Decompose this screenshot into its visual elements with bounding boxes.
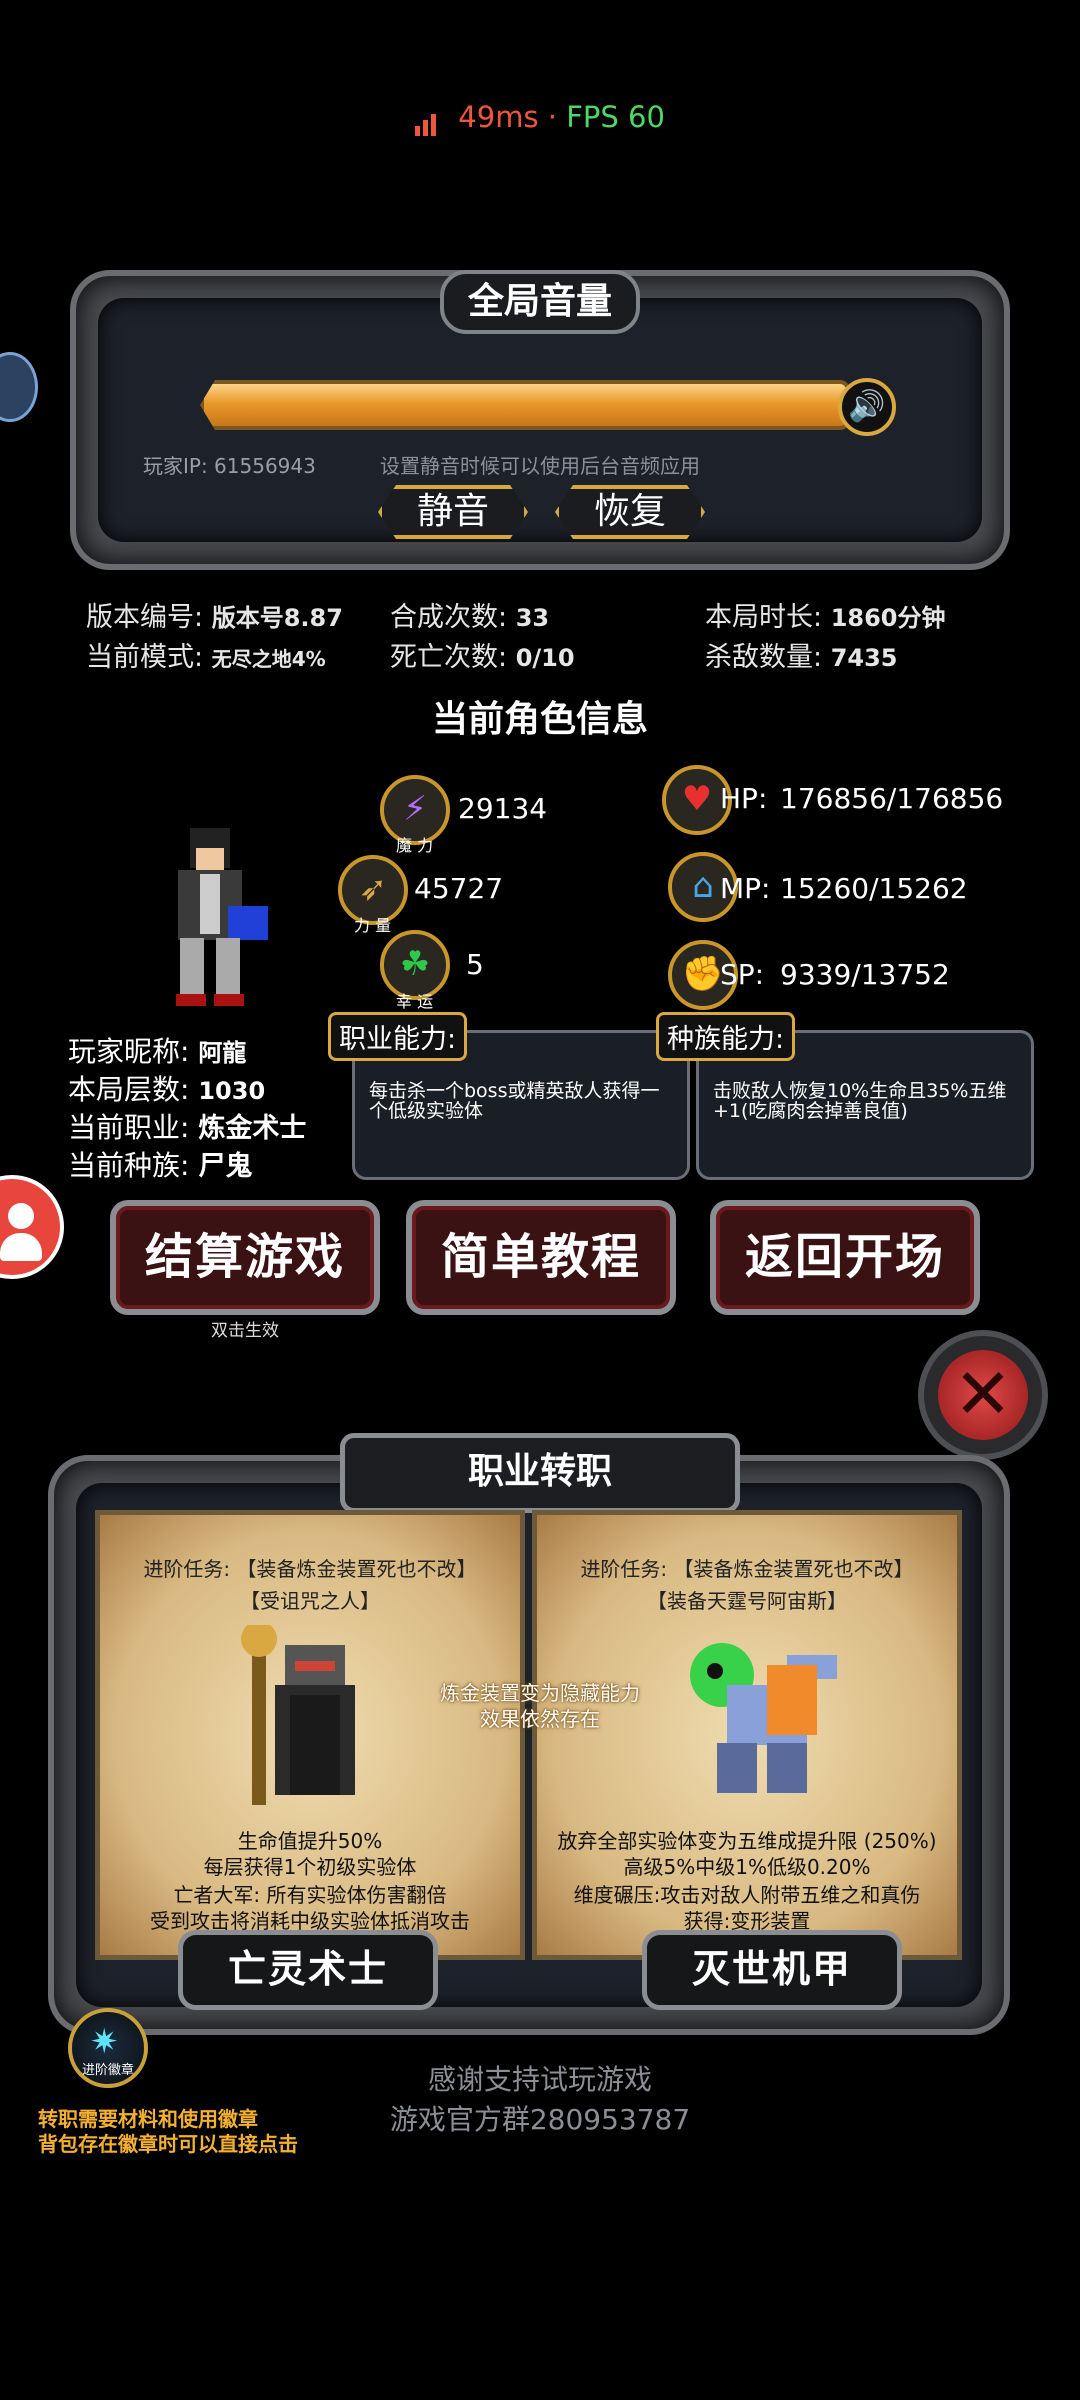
doom-mech-button[interactable]: 灭世机甲: [642, 1930, 902, 2010]
tutorial-button[interactable]: 简单教程: [406, 1200, 676, 1315]
race-row: 当前种族: 尸鬼: [68, 1149, 253, 1182]
luck-value: 5: [466, 948, 484, 981]
mute-button[interactable]: 静音: [378, 485, 528, 539]
speaker-icon[interactable]: 🔊: [838, 378, 896, 436]
hp-value: 176856/176856: [780, 782, 1004, 815]
job-change-note: 炼金装置变为隐藏能力 效果依然存在: [440, 1681, 640, 1731]
game-screen: 全局音量 🔊 玩家IP: 61556943 设置静音时候可以使用后台音频应用 静…: [0, 240, 1080, 2160]
kills-row: 杀敌数量: 7435: [705, 642, 898, 673]
settle-game-button[interactable]: 结算游戏 双击生效: [110, 1200, 380, 1341]
sp-value: 9339/13752: [780, 958, 950, 991]
side-tab-icon[interactable]: [0, 352, 38, 422]
mp-value: 15260/15262: [780, 872, 968, 905]
fps-text: FPS 60: [566, 100, 665, 134]
version-row: 版本编号: 版本号8.87: [86, 602, 343, 633]
floor-value: 1030: [198, 1077, 266, 1105]
job-row: 当前职业: 炼金术士: [68, 1111, 307, 1144]
necromancer-button[interactable]: 亡灵术士: [178, 1930, 438, 2010]
latency-text: 49ms: [458, 100, 539, 134]
network-status: 49ms · FPS 60: [0, 100, 1080, 136]
kills-value: 7435: [830, 644, 898, 672]
job-change-title: 职业转职: [340, 1433, 740, 1513]
duration-row: 本局时长: 1860分钟: [705, 602, 946, 633]
job-ability-title: 职业能力:: [328, 1012, 468, 1061]
magic-value: 29134: [458, 792, 548, 825]
volume-title: 全局音量: [440, 270, 640, 334]
race-ability-text: 击败敌人恢复10%生命且35%五维+1(吃腐肉会掉善良值): [713, 1080, 1007, 1122]
floor-row: 本局层数: 1030: [68, 1073, 266, 1106]
nickname-row: 玩家昵称: 阿龍: [68, 1035, 247, 1068]
mp-label: MP:: [720, 872, 771, 905]
player-ip: 玩家IP: 61556943: [143, 454, 316, 478]
close-icon: ✕: [938, 1350, 1028, 1440]
settle-hint: 双击生效: [211, 1321, 279, 1341]
back-to-start-button[interactable]: 返回开场: [710, 1200, 980, 1315]
strength-value: 45727: [414, 872, 504, 905]
necromancer-sprite: [241, 1625, 355, 1805]
race-value: 尸鬼: [198, 1151, 253, 1182]
duration-value: 1860分钟: [830, 604, 946, 632]
restore-button[interactable]: 恢复: [555, 485, 705, 539]
mech-sprite: [690, 1643, 837, 1793]
signal-icon: [415, 102, 439, 136]
synth-value: 33: [515, 604, 550, 632]
race-ability-title: 种族能力:: [656, 1012, 796, 1061]
avatar-float-button[interactable]: [0, 1175, 64, 1279]
hp-label: HP:: [720, 782, 768, 815]
mode-value: 无尽之地4%: [211, 647, 326, 671]
mute-tip: 设置静音时候可以使用后台音频应用: [380, 454, 700, 478]
thanks-text: 感谢支持试玩游戏: [427, 2063, 652, 2096]
job-ability-text: 每击杀一个boss或精英敌人获得一个低级实验体: [369, 1080, 660, 1122]
mode-row: 当前模式: 无尽之地4%: [86, 642, 326, 673]
character-sprite: [176, 828, 268, 1006]
death-value: 0/10: [515, 644, 575, 672]
job-value: 炼金术士: [198, 1113, 307, 1144]
badge-star-icon: ✷: [90, 2022, 119, 2062]
synth-row: 合成次数: 33: [390, 602, 550, 633]
version-value: 版本号8.87: [211, 604, 343, 632]
character-section-title: 当前角色信息: [431, 699, 648, 740]
nickname-value: 阿龍: [198, 1039, 247, 1067]
volume-slider[interactable]: [200, 380, 850, 430]
official-group: 游戏官方群280953787: [389, 2103, 691, 2136]
death-row: 死亡次数: 0/10: [390, 642, 575, 673]
sp-label: SP:: [720, 958, 765, 991]
close-button[interactable]: ✕: [918, 1330, 1048, 1460]
job-card-left[interactable]: 进阶任务: 【装备炼金装置死也不改】 【受诅咒之人】 生命值提升50% 每层获得…: [95, 1510, 525, 1960]
job-card-right[interactable]: 进阶任务: 【装备炼金装置死也不改】 【装备天霆号阿宙斯】 放弃全部实验体变为五…: [532, 1510, 962, 1960]
